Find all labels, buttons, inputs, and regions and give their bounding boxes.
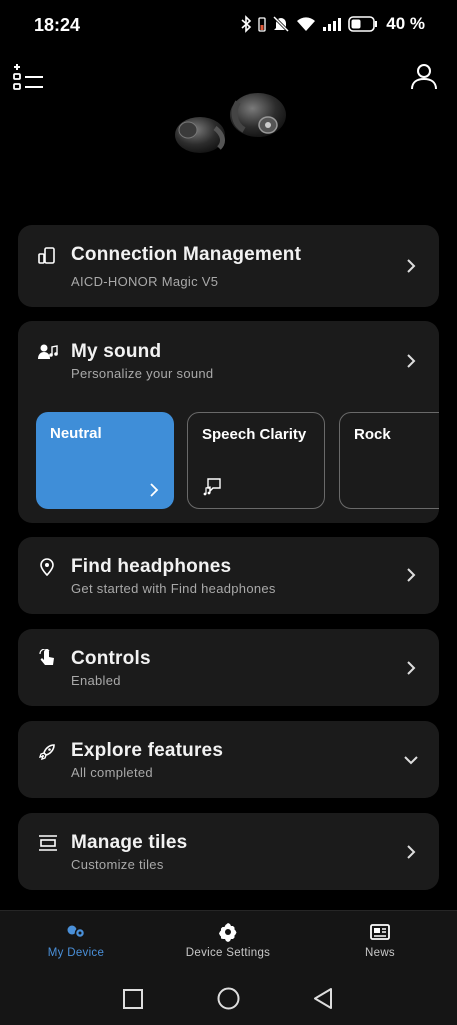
battery-percent: 40 % (386, 14, 425, 33)
system-nav-bar (0, 975, 457, 1021)
mute-icon (273, 15, 290, 33)
person-music-icon (38, 344, 58, 359)
card-subtitle: Enabled (71, 673, 121, 688)
manage-tiles-card[interactable]: Manage tiles Customize tiles (18, 813, 439, 890)
preset-label: Neutral (50, 425, 102, 442)
card-subtitle: Customize tiles (71, 857, 164, 872)
find-headphones-card[interactable]: Find headphones Get started with Find he… (18, 537, 439, 614)
battery-icon (348, 16, 378, 32)
chevron-right-icon (150, 483, 159, 497)
controls-card[interactable]: Controls Enabled (18, 629, 439, 706)
explore-features-card[interactable]: Explore features All completed (18, 721, 439, 798)
battery-saver-icon (258, 17, 266, 32)
chevron-right-icon (407, 845, 416, 859)
chevron-right-icon (407, 661, 416, 675)
add-list-button[interactable] (12, 62, 44, 94)
rocket-icon (38, 744, 55, 761)
card-subtitle: AICD-HONOR Magic V5 (71, 274, 219, 289)
card-title: Manage tiles (71, 832, 188, 853)
location-pin-icon (40, 558, 54, 576)
tab-my-device[interactable]: My Device (1, 921, 151, 959)
card-title: Connection Management (71, 244, 302, 265)
wifi-icon (297, 17, 316, 31)
preset-speech-clarity[interactable]: Speech Clarity (187, 412, 325, 509)
gear-icon (219, 923, 237, 942)
add-list-icon (13, 64, 43, 90)
card-title: Controls (71, 648, 151, 669)
touch-gesture-icon (39, 649, 54, 665)
chevron-right-icon[interactable] (403, 353, 419, 369)
preset-neutral[interactable]: Neutral (36, 412, 174, 509)
chevron-right-icon (407, 568, 416, 582)
nav-label: My Device (47, 947, 105, 959)
bluetooth-icon (241, 15, 252, 33)
card-title: Find headphones (71, 556, 232, 577)
profile-icon (411, 64, 437, 90)
nav-label: News (365, 947, 395, 959)
card-subtitle: Personalize your sound (71, 366, 214, 381)
chevron-down-icon (404, 756, 418, 765)
preset-label: Rock (354, 426, 391, 443)
tab-device-settings[interactable]: Device Settings (153, 921, 303, 959)
home-icon[interactable] (217, 987, 240, 1010)
chevron-right-icon (407, 259, 416, 273)
recents-icon[interactable] (123, 989, 143, 1009)
signal-icon (323, 18, 342, 31)
tiles-icon (39, 835, 57, 851)
profile-button[interactable] (408, 60, 440, 92)
card-title: My sound (71, 341, 162, 362)
news-icon (370, 924, 390, 940)
card-subtitle: All completed (71, 765, 153, 780)
earbuds-image (160, 80, 300, 170)
card-subtitle: Get started with Find headphones (71, 581, 276, 596)
back-icon[interactable] (313, 988, 333, 1009)
speech-music-icon (203, 478, 221, 496)
connection-management-card[interactable]: Connection Management AICD-HONOR Magic V… (18, 225, 439, 307)
status-time: 18:24 (34, 15, 81, 35)
tab-news[interactable]: News (305, 921, 455, 959)
preset-label: Speech Clarity (202, 426, 307, 443)
status-icons: 40 % (240, 14, 425, 34)
sound-preset-list: Neutral Speech Clarity Rock (18, 412, 439, 510)
status-bar: 18:24 40 % (0, 0, 457, 50)
phone-connection-icon (38, 247, 55, 264)
nav-label: Device Settings (185, 947, 271, 959)
card-title: Explore features (71, 740, 224, 761)
earbuds-nav-icon (67, 925, 86, 939)
preset-rock[interactable]: Rock (339, 412, 439, 509)
